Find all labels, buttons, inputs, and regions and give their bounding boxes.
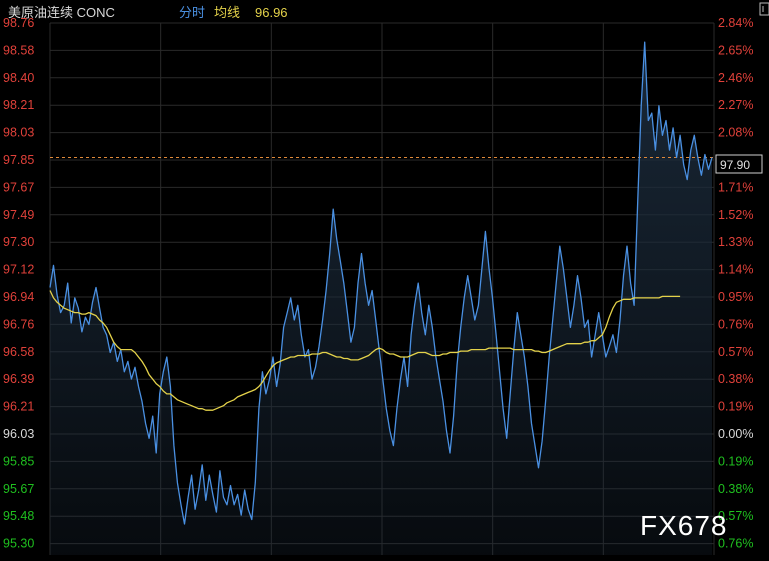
left-tick-label: 96.03 [3, 427, 34, 441]
left-tick-label: 98.40 [3, 71, 34, 85]
last-price-value: 97.90 [720, 158, 750, 172]
intraday-chart[interactable]: 98.7698.5898.4098.2198.0397.8597.6797.49… [0, 0, 769, 561]
right-tick-label: 1.52% [718, 208, 753, 222]
right-tick-label: 2.84% [718, 16, 753, 30]
right-tick-label: 1.14% [718, 263, 753, 277]
left-tick-label: 98.21 [3, 98, 34, 112]
left-tick-label: 96.58 [3, 345, 34, 359]
mode-label[interactable]: 分时 [179, 5, 205, 20]
left-tick-label: 97.49 [3, 208, 34, 222]
right-tick-label: 0.38% [718, 372, 753, 386]
left-tick-label: 95.48 [3, 509, 34, 523]
last-price-tag: 97.90 [715, 154, 763, 174]
left-tick-label: 96.76 [3, 317, 34, 331]
right-tick-label: 2.65% [718, 43, 753, 57]
right-tick-label: 0.38% [718, 482, 753, 496]
left-tick-label: 97.12 [3, 263, 34, 277]
left-tick-label: 97.30 [3, 235, 34, 249]
left-tick-label: 98.03 [3, 126, 34, 140]
right-tick-label: 0.19% [718, 400, 753, 414]
right-tick-label: 0.95% [718, 290, 753, 304]
left-tick-label: 95.85 [3, 454, 34, 468]
left-tick-label: 95.67 [3, 482, 34, 496]
right-tick-label: 0.19% [718, 454, 753, 468]
left-tick-label: 96.39 [3, 372, 34, 386]
right-tick-label: 2.08% [718, 126, 753, 140]
left-tick-label: 98.58 [3, 43, 34, 57]
left-tick-label: 95.30 [3, 537, 34, 551]
left-tick-label: 96.21 [3, 400, 34, 414]
left-tick-label: 97.67 [3, 180, 34, 194]
left-tick-label: 96.94 [3, 290, 34, 304]
right-tick-label: 0.76% [718, 317, 753, 331]
avg-value: 96.96 [255, 5, 288, 20]
watermark-logo: FX678 [640, 510, 728, 541]
avg-label: 均线 [214, 5, 240, 20]
left-tick-label: 97.85 [3, 153, 34, 167]
right-tick-label: 0.00% [718, 427, 753, 441]
right-tick-label: 1.33% [718, 235, 753, 249]
right-tick-label: 1.71% [718, 180, 753, 194]
right-tick-label: 2.27% [718, 98, 753, 112]
instrument-title: 美原油连续 CONC [8, 5, 115, 20]
right-tick-label: 0.57% [718, 345, 753, 359]
right-tick-label: 2.46% [718, 71, 753, 85]
